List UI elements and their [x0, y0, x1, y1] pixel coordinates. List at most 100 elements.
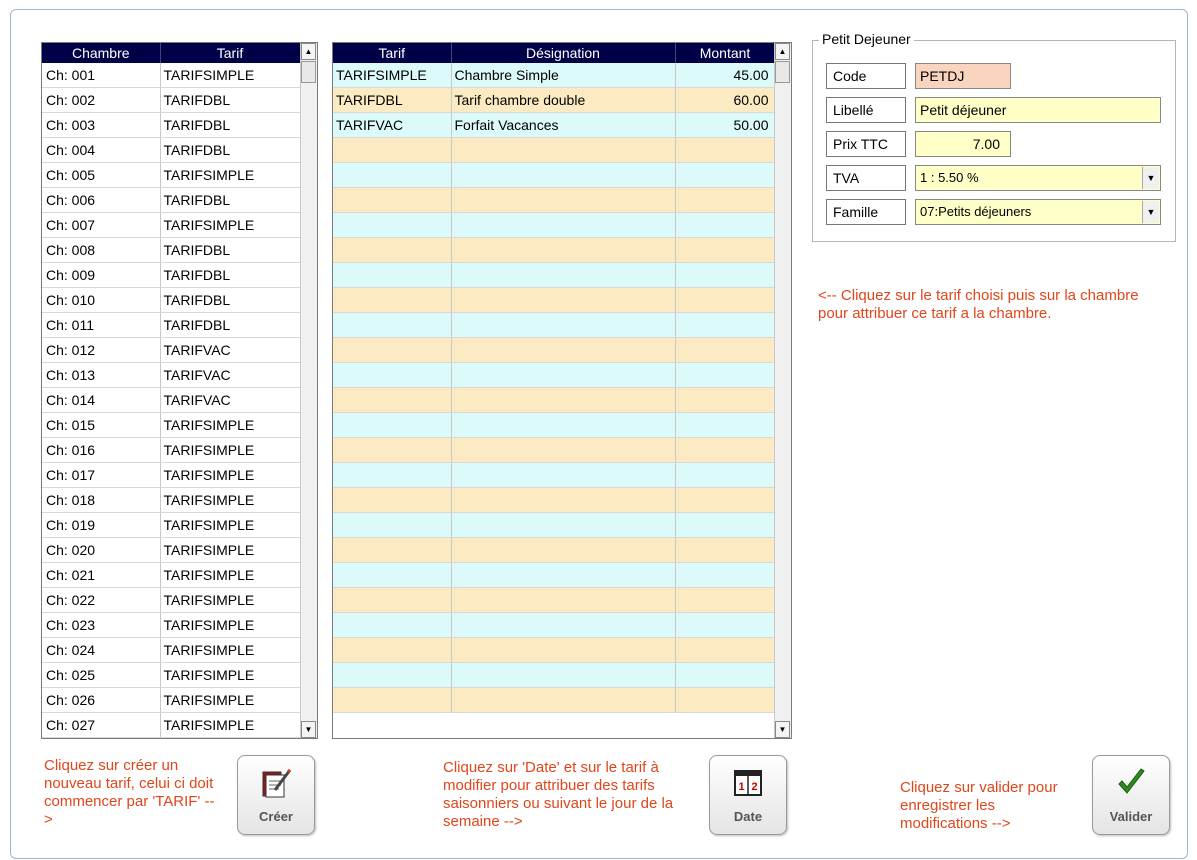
table-row[interactable]: Ch: 005 TARIFSIMPLE: [42, 162, 301, 188]
room-cell[interactable]: Ch: 026: [42, 687, 161, 713]
room-cell[interactable]: Ch: 009: [42, 262, 161, 288]
table-row[interactable]: [333, 512, 776, 538]
date-button[interactable]: 1 2 Date: [709, 755, 787, 835]
room-cell[interactable]: Ch: 016: [42, 437, 161, 463]
designation-cell[interactable]: [451, 137, 676, 163]
table-row[interactable]: Ch: 017 TARIFSIMPLE: [42, 462, 301, 488]
designation-cell[interactable]: [451, 687, 676, 713]
designation-cell[interactable]: [451, 537, 676, 563]
designation-cell[interactable]: [451, 262, 676, 288]
tarif-cell[interactable]: [333, 187, 452, 213]
scroll-thumb[interactable]: [775, 61, 790, 83]
tarif-cell[interactable]: TARIFVAC: [160, 337, 301, 363]
room-cell[interactable]: Ch: 010: [42, 287, 161, 313]
montant-cell[interactable]: [675, 262, 776, 288]
tarif-cell[interactable]: TARIFSIMPLE: [160, 412, 301, 438]
designation-cell[interactable]: [451, 487, 676, 513]
tarif-cell[interactable]: TARIFVAC: [333, 112, 452, 138]
room-cell[interactable]: Ch: 015: [42, 412, 161, 438]
room-cell[interactable]: Ch: 014: [42, 387, 161, 413]
scroll-up-icon[interactable]: ▲: [775, 43, 790, 60]
room-cell[interactable]: Ch: 022: [42, 587, 161, 613]
montant-cell[interactable]: [675, 162, 776, 188]
designation-cell[interactable]: [451, 437, 676, 463]
tarif-cell[interactable]: TARIFDBL: [160, 262, 301, 288]
montant-cell[interactable]: [675, 287, 776, 313]
tarif-cell[interactable]: [333, 662, 452, 688]
chevron-down-icon[interactable]: ▼: [1142, 167, 1159, 189]
tarif-cell[interactable]: [333, 612, 452, 638]
tarif-cell[interactable]: TARIFSIMPLE: [160, 612, 301, 638]
table-row[interactable]: Ch: 007 TARIFSIMPLE: [42, 212, 301, 238]
montant-cell[interactable]: [675, 687, 776, 713]
designation-cell[interactable]: [451, 187, 676, 213]
table-row[interactable]: [333, 437, 776, 463]
room-cell[interactable]: Ch: 004: [42, 137, 161, 163]
tarif-cell[interactable]: TARIFSIMPLE: [160, 562, 301, 588]
famille-select[interactable]: 07:Petits déjeuners ▼: [915, 199, 1161, 225]
tarif-cell[interactable]: [333, 637, 452, 663]
table-row[interactable]: Ch: 022 TARIFSIMPLE: [42, 587, 301, 613]
designation-cell[interactable]: [451, 312, 676, 338]
tarif-cell[interactable]: TARIFSIMPLE: [160, 587, 301, 613]
tarif-cell[interactable]: [333, 687, 452, 713]
table-row[interactable]: Ch: 023 TARIFSIMPLE: [42, 612, 301, 638]
table-row[interactable]: [333, 387, 776, 413]
montant-cell[interactable]: [675, 537, 776, 563]
table-row[interactable]: [333, 537, 776, 563]
designation-cell[interactable]: [451, 162, 676, 188]
tarifs-scrollbar[interactable]: ▲ ▼: [774, 43, 791, 738]
create-button[interactable]: Créer: [237, 755, 315, 835]
table-row[interactable]: [333, 187, 776, 213]
tarif-cell[interactable]: [333, 437, 452, 463]
table-row[interactable]: TARIFVAC Forfait Vacances 50.00: [333, 112, 776, 138]
scroll-thumb[interactable]: [301, 61, 316, 83]
table-row[interactable]: Ch: 004 TARIFDBL: [42, 137, 301, 163]
tarif-cell[interactable]: [333, 462, 452, 488]
montant-cell[interactable]: 45.00: [675, 63, 776, 88]
room-cell[interactable]: Ch: 021: [42, 562, 161, 588]
table-row[interactable]: [333, 637, 776, 663]
tarif-cell[interactable]: TARIFDBL: [160, 312, 301, 338]
table-row[interactable]: Ch: 008 TARIFDBL: [42, 237, 301, 263]
table-row[interactable]: Ch: 020 TARIFSIMPLE: [42, 537, 301, 563]
designation-cell[interactable]: [451, 562, 676, 588]
tarif-cell[interactable]: TARIFSIMPLE: [160, 687, 301, 713]
tarif-cell[interactable]: TARIFVAC: [160, 387, 301, 413]
montant-cell[interactable]: [675, 237, 776, 263]
scroll-down-icon[interactable]: ▼: [775, 721, 790, 738]
tarif-cell[interactable]: TARIFSIMPLE: [160, 212, 301, 238]
tarif-cell[interactable]: TARIFSIMPLE: [333, 63, 452, 88]
room-cell[interactable]: Ch: 019: [42, 512, 161, 538]
table-row[interactable]: [333, 362, 776, 388]
tarif-cell[interactable]: [333, 512, 452, 538]
table-row[interactable]: Ch: 021 TARIFSIMPLE: [42, 562, 301, 588]
designation-cell[interactable]: [451, 412, 676, 438]
montant-cell[interactable]: [675, 312, 776, 338]
table-row[interactable]: [333, 212, 776, 238]
code-field[interactable]: PETDJ: [915, 63, 1011, 89]
tarif-cell[interactable]: TARIFDBL: [160, 112, 301, 138]
designation-cell[interactable]: [451, 337, 676, 363]
tarif-cell[interactable]: [333, 312, 452, 338]
tarif-cell[interactable]: [333, 137, 452, 163]
designation-cell[interactable]: [451, 637, 676, 663]
table-row[interactable]: [333, 162, 776, 188]
tarif-cell[interactable]: [333, 212, 452, 238]
table-row[interactable]: Ch: 001 TARIFSIMPLE: [42, 63, 301, 88]
room-cell[interactable]: Ch: 017: [42, 462, 161, 488]
table-row[interactable]: Ch: 006 TARIFDBL: [42, 187, 301, 213]
montant-cell[interactable]: [675, 412, 776, 438]
rooms-grid[interactable]: Chambre Tarif Ch: 001 TARIFSIMPLE Ch: 002 T…: [41, 42, 318, 739]
table-row[interactable]: Ch: 025 TARIFSIMPLE: [42, 662, 301, 688]
table-row[interactable]: TARIFDBL Tarif chambre double 60.00: [333, 87, 776, 113]
tarif-cell[interactable]: TARIFSIMPLE: [160, 537, 301, 563]
table-row[interactable]: [333, 312, 776, 338]
room-cell[interactable]: Ch: 002: [42, 87, 161, 113]
montant-cell[interactable]: [675, 487, 776, 513]
room-cell[interactable]: Ch: 018: [42, 487, 161, 513]
tarif-cell[interactable]: [333, 412, 452, 438]
tarif-cell[interactable]: TARIFDBL: [333, 87, 452, 113]
room-cell[interactable]: Ch: 024: [42, 637, 161, 663]
libelle-field[interactable]: Petit déjeuner: [915, 97, 1161, 123]
